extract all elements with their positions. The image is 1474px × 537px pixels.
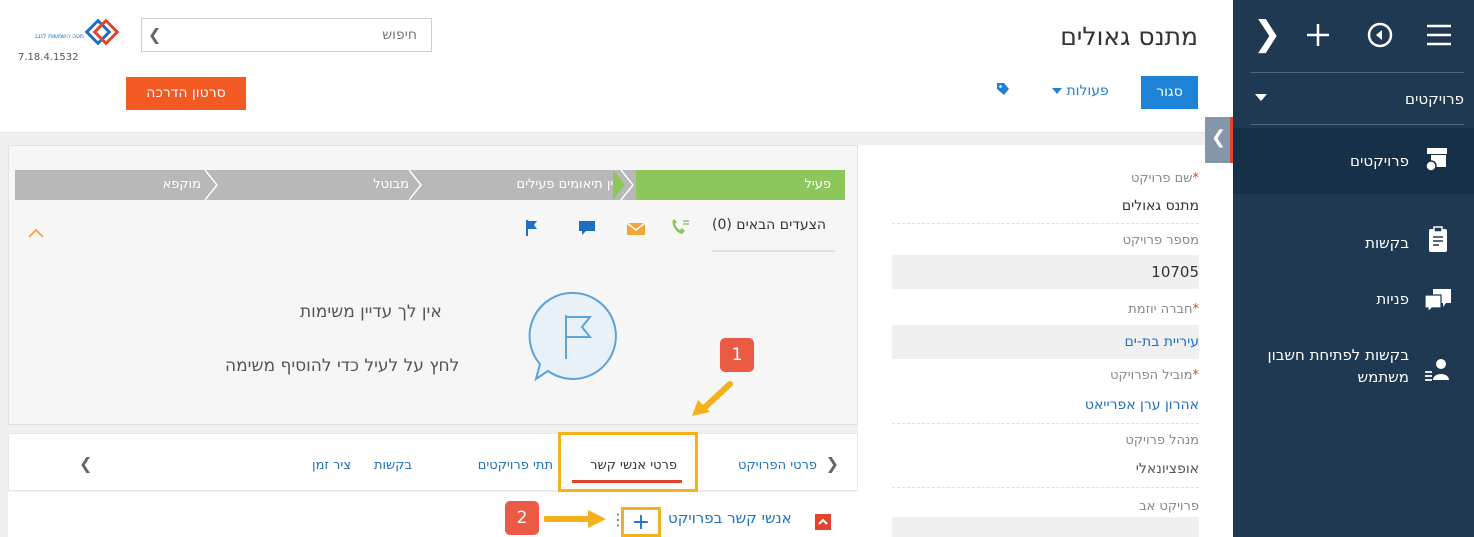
actions-label: פעולות <box>1066 83 1109 99</box>
clipboard-icon <box>1429 226 1447 252</box>
field-label-text: חברה יוזמת <box>1128 302 1193 317</box>
actions-menu[interactable]: פעולות <box>1046 83 1109 99</box>
status-button[interactable]: סגור <box>1141 76 1198 109</box>
email-icon[interactable] <box>626 222 646 236</box>
module-selector-label: פרויקטים <box>1405 90 1464 108</box>
sidebar-item-projects[interactable]: פרויקטים <box>1233 128 1474 194</box>
tab-project-details[interactable]: פרטי הפרויקט <box>738 458 817 473</box>
sidebar-item-label: בקשות לפתיחת חשבון משתמש <box>1267 346 1409 386</box>
field-label-project-lead: מוביל הפרויקט* <box>1110 368 1199 383</box>
stage-arrow <box>409 170 422 200</box>
tabs-scroll-left-icon[interactable]: ❮ <box>79 454 92 473</box>
tab-underline <box>712 250 835 252</box>
divider <box>1251 72 1464 73</box>
chevron-left-icon[interactable]: ❮ <box>148 25 161 44</box>
annotation-arrow-1 <box>692 381 733 416</box>
search-input[interactable] <box>142 19 431 51</box>
stage-active[interactable]: פעיל <box>633 170 845 200</box>
back-circle-icon[interactable] <box>1366 21 1394 49</box>
accent-bar <box>1230 117 1233 163</box>
chevron-down-icon <box>1052 88 1062 94</box>
message-icon[interactable] <box>578 220 596 236</box>
field-label-project-number: מספר פרויקט <box>1123 233 1199 248</box>
flag-icon[interactable] <box>524 219 540 237</box>
field-value-project-lead[interactable]: אהרון ערן אפרייאט <box>1085 397 1199 413</box>
divider <box>892 487 1199 488</box>
tab-timeline[interactable]: ציר זמן <box>312 458 351 473</box>
field-label-text: פרויקט אב <box>1139 499 1199 514</box>
plus-icon[interactable] <box>1305 22 1331 48</box>
field-label-project-name: שם פרויקט* <box>1131 171 1199 186</box>
empty-tasks-title: אין לך עדיין משימות <box>300 302 442 322</box>
field-value-project-number: 10705 <box>892 255 1199 289</box>
required-marker: * <box>1192 302 1200 317</box>
chevron-down-icon <box>1255 94 1267 101</box>
module-selector[interactable]: פרויקטים <box>1233 78 1474 122</box>
logo-text: מטה השמשות לנגב <box>34 33 84 40</box>
divider <box>892 423 1199 424</box>
stage-no-coordination[interactable]: אין תיאומים פעילים <box>421 170 636 200</box>
tab-requests[interactable]: בקשות <box>374 458 412 473</box>
chat-icon <box>1424 289 1451 314</box>
divider <box>892 223 1199 224</box>
chevron-right-icon[interactable]: ❯ <box>1253 14 1282 54</box>
record-tabs: ❯ פרטי הפרויקט פרטי אנשי קשר תתי פרויקטי… <box>8 433 858 491</box>
sidebar-item-label: בקשות <box>1365 234 1409 252</box>
required-marker: * <box>1192 368 1200 383</box>
tutorial-video-button[interactable]: סרטון הדרכה <box>126 77 246 110</box>
sidebar-item-inquiries[interactable]: פניות <box>1233 262 1474 328</box>
annotation-arrow-2 <box>544 510 606 528</box>
stage-arrow <box>613 170 634 200</box>
user-list-icon <box>1425 359 1449 381</box>
field-label-parent-project: פרויקט אב <box>1139 499 1199 514</box>
sidebar-toolbar: ❯ <box>1233 0 1474 72</box>
sidebar-item-account-requests[interactable]: בקשות לפתיחת חשבון משתמש <box>1233 338 1474 408</box>
highlight-box-contacts-tab <box>558 432 698 492</box>
field-label-text: מנהל פרויקט <box>1125 433 1199 448</box>
annotation-badge-2: 2 <box>505 501 539 535</box>
field-label-text: שם פרויקט <box>1130 171 1193 186</box>
collapse-section-icon[interactable] <box>815 514 831 530</box>
field-label-initiating-company: חברה יוזמת* <box>1128 302 1199 317</box>
stage-arrow <box>205 170 218 200</box>
field-value-project-name[interactable]: מתנס גאולים <box>1122 198 1199 214</box>
hamburger-menu-icon[interactable] <box>1425 22 1453 48</box>
logo: מטה השמשות לנגב <box>34 18 120 46</box>
projects-icon <box>1425 148 1447 172</box>
field-value-initiating-company[interactable]: עיריית בת-ים <box>892 325 1199 359</box>
field-value-project-manager[interactable]: אופציונאלי <box>1136 461 1199 477</box>
divider <box>1251 124 1464 125</box>
header-divider-band <box>0 133 1233 145</box>
field-value-parent-project[interactable] <box>892 517 1199 537</box>
sidebar-item-label: פרויקטים <box>1350 152 1409 170</box>
chevron-up-icon[interactable] <box>28 228 44 238</box>
highlight-box-add-button <box>621 507 661 537</box>
annotation-badge-1: 1 <box>720 338 754 372</box>
main-sidebar: ❯ פרויקטים פרויקטים בקשות פניות בקשות לפ… <box>1233 0 1474 537</box>
search-input-wrapper: ❮ <box>141 18 432 52</box>
stage-cancelled[interactable]: מבוטל <box>213 170 423 200</box>
sidebar-item-label: פניות <box>1376 290 1409 308</box>
empty-tasks-illustration <box>528 291 617 382</box>
call-icon[interactable] <box>670 218 690 236</box>
project-fields-panel: שם פרויקט* מתנס גאולים מספר פרויקט 10705… <box>866 145 1205 537</box>
collapse-panel-tab[interactable]: ❮ <box>1205 117 1233 163</box>
page-title: מתנס גאולים <box>1060 22 1198 51</box>
tab-subprojects[interactable]: תתי פרויקטים <box>478 458 553 473</box>
required-marker: * <box>1192 171 1200 186</box>
stage-frozen[interactable]: מוקפא <box>15 170 215 200</box>
empty-tasks-hint: לחץ על לעיל כדי להוסיף משימה <box>225 356 460 376</box>
version-label: 7.18.4.1532 <box>18 52 79 63</box>
field-label-project-manager: מנהל פרויקט <box>1125 433 1199 448</box>
tag-icon[interactable] <box>996 82 1010 96</box>
sidebar-item-requests[interactable]: בקשות <box>1233 196 1474 262</box>
chevron-left-icon: ❮ <box>1211 127 1227 148</box>
tabs-scroll-right-icon[interactable]: ❯ <box>826 454 839 473</box>
field-label-text: מספר פרויקט <box>1122 233 1199 248</box>
contacts-section-title: אנשי קשר בפרויקט <box>668 509 792 527</box>
field-label-text: מוביל הפרויקט <box>1110 368 1193 383</box>
next-steps-tab[interactable]: הצעדים הבאים (0) <box>712 217 826 233</box>
